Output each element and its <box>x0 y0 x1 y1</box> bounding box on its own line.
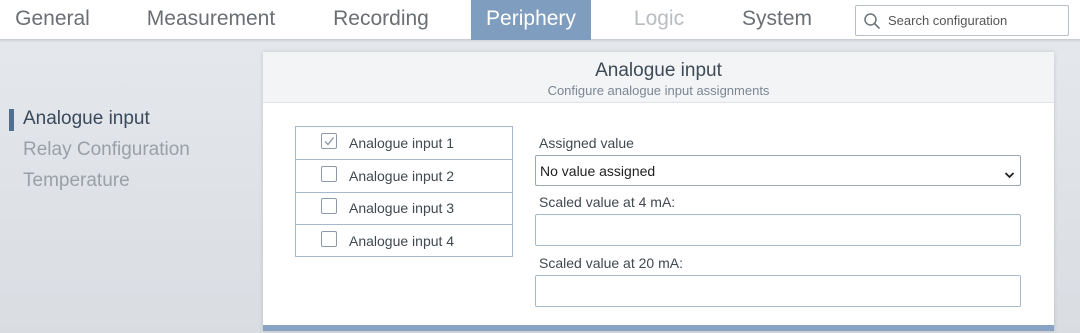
input-label: Analogue input 4 <box>349 233 455 249</box>
analogue-input-panel: Analogue input Configure analogue input … <box>263 52 1054 331</box>
analogue-input-list: Analogue input 1 Analogue input 2 Analog… <box>295 126 513 257</box>
panel-subtitle: Configure analogue input assignments <box>547 83 770 98</box>
checkbox[interactable] <box>321 231 337 247</box>
panel-bottom-bar <box>263 325 1054 331</box>
panel-title: Analogue input <box>595 60 722 81</box>
list-item-analogue-input-1[interactable]: Analogue input 1 <box>296 127 512 160</box>
search-box[interactable] <box>855 5 1069 36</box>
chevron-down-icon <box>1004 166 1015 184</box>
input-label: Analogue input 2 <box>349 168 455 184</box>
active-item-marker <box>9 109 14 131</box>
checkbox[interactable] <box>321 166 337 182</box>
sidebar-item-analogue-input[interactable]: Analogue input <box>23 108 150 130</box>
scaled-20ma-label: Scaled value at 20 mA: <box>539 255 683 271</box>
list-item-analogue-input-4[interactable]: Analogue input 4 <box>296 225 512 258</box>
scaled-4ma-label: Scaled value at 4 mA: <box>539 194 676 210</box>
tab-periphery[interactable]: Periphery <box>471 0 591 40</box>
input-label: Analogue input 3 <box>349 200 455 216</box>
search-icon <box>863 12 881 30</box>
sidebar-item-relay-configuration[interactable]: Relay Configuration <box>23 139 190 161</box>
tab-measurement[interactable]: Measurement <box>130 0 292 40</box>
assigned-value-select[interactable]: No value assigned <box>535 155 1021 186</box>
checkmark-icon <box>324 137 335 146</box>
tab-recording[interactable]: Recording <box>316 0 446 40</box>
search-input[interactable] <box>888 7 1063 34</box>
input-label: Analogue input 1 <box>349 135 455 151</box>
checkbox-checked[interactable] <box>321 133 337 149</box>
selected-value: No value assigned <box>540 163 656 179</box>
tab-general[interactable]: General <box>0 0 105 40</box>
scaled-4ma-input[interactable] <box>535 214 1021 246</box>
top-navigation: General Measurement Recording Periphery … <box>0 0 1080 40</box>
tab-system[interactable]: System <box>727 0 827 40</box>
scaled-20ma-input[interactable] <box>535 275 1021 307</box>
list-item-analogue-input-2[interactable]: Analogue input 2 <box>296 160 512 193</box>
tab-logic: Logic <box>633 7 685 30</box>
checkbox[interactable] <box>321 198 337 214</box>
sidebar-item-temperature[interactable]: Temperature <box>23 170 130 192</box>
panel-header: Analogue input Configure analogue input … <box>263 52 1054 103</box>
list-item-analogue-input-3[interactable]: Analogue input 3 <box>296 192 512 225</box>
assigned-value-label: Assigned value <box>539 135 634 151</box>
